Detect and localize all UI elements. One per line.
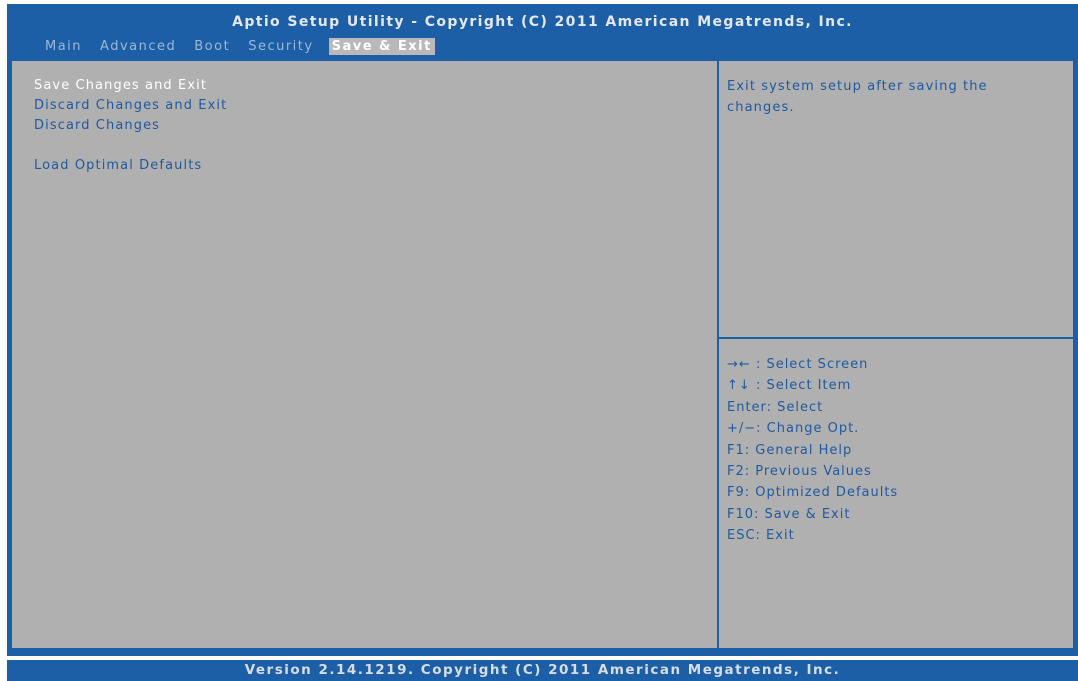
footer-bar: Version 2.14.1219. Copyright (C) 2011 Am… — [7, 660, 1078, 681]
key-select-screen: →← : Select Screen — [727, 354, 1057, 375]
options-menu: Save Changes and Exit Discard Changes an… — [34, 76, 694, 176]
header-bar: Aptio Setup Utility - Copyright (C) 2011… — [7, 4, 1078, 56]
menu-item-save-changes-and-exit[interactable]: Save Changes and Exit — [34, 76, 694, 96]
help-text: Exit system setup after saving the chang… — [727, 79, 988, 115]
key-enter-select: Enter: Select — [727, 399, 824, 415]
key-general-help: F1: General Help — [727, 442, 853, 458]
left-right-arrows-icon: →← — [727, 357, 751, 372]
menu-spacer — [34, 136, 694, 156]
panel-border-left — [10, 59, 12, 653]
key-select-screen-label: : Select Screen — [755, 357, 869, 372]
tab-save-exit[interactable]: Save & Exit — [328, 37, 435, 55]
help-divider-vertical — [717, 59, 719, 653]
menu-item-load-optimal-defaults[interactable]: Load Optimal Defaults — [34, 156, 694, 176]
key-select-item-label: : Select Item — [755, 378, 852, 394]
main-panel: Save Changes and Exit Discard Changes an… — [7, 56, 1078, 656]
key-legend: →← : Select Screen ↑↓ : Select Item Ente… — [727, 354, 1057, 547]
help-divider-horizontal — [719, 337, 1075, 339]
tab-boot[interactable]: Boot — [191, 38, 233, 55]
menu-item-discard-changes[interactable]: Discard Changes — [34, 116, 694, 136]
key-change-opt: +/−: Change Opt. — [727, 421, 860, 437]
key-optimized-defaults: F9: Optimized Defaults — [727, 485, 899, 501]
bios-screen: Aptio Setup Utility - Copyright (C) 2011… — [0, 0, 1078, 681]
tab-advanced[interactable]: Advanced — [97, 38, 179, 55]
tab-main[interactable]: Main — [42, 38, 85, 55]
key-esc-exit: ESC: Exit — [727, 528, 795, 544]
header-title: Aptio Setup Utility - Copyright (C) 2011… — [232, 14, 853, 30]
panel-border-bottom — [10, 651, 1075, 653]
menu-item-discard-changes-and-exit[interactable]: Discard Changes and Exit — [34, 96, 694, 116]
panel-border-right — [1073, 59, 1075, 653]
key-previous-values: F2: Previous Values — [727, 463, 872, 479]
key-save-exit: F10: Save & Exit — [727, 506, 851, 522]
tab-security[interactable]: Security — [245, 38, 316, 55]
tab-bar: Main Advanced Boot Security Save & Exit — [42, 36, 435, 56]
footer-version: Version 2.14.1219. Copyright (C) 2011 Am… — [244, 662, 841, 678]
up-down-arrows-icon: ↑↓ — [727, 378, 751, 394]
panel-border-top — [10, 59, 1075, 61]
key-select-item: ↑↓ : Select Item — [727, 375, 1057, 396]
